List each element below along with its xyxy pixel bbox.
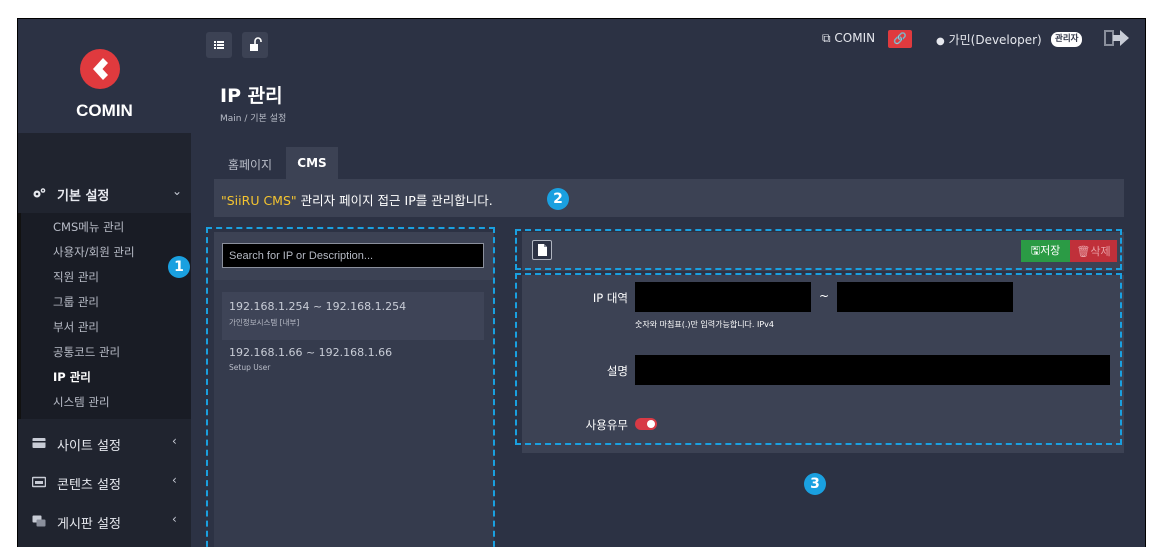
sidebar-item-ip[interactable]: IP 관리 [53, 369, 91, 385]
annotation-badge-3: 3 [804, 473, 826, 495]
site-link[interactable]: ⧉ COMIN [822, 31, 875, 46]
menu-toggle-button[interactable] [206, 32, 232, 58]
sidebar-item-departments[interactable]: 부서 관리 [53, 319, 99, 335]
notice-text: 관리자 페이지 접근 IP를 관리합니다. [296, 193, 493, 208]
list-icon [214, 41, 224, 49]
logo-area: COMIN [18, 19, 191, 133]
app-window: COMIN 기본 설정 ⌄ CMS메뉴 관리 사용자/회원 관리 직원 관리 그… [17, 18, 1146, 547]
sidebar-section-basic[interactable]: 기본 설정 ⌄ [18, 174, 191, 212]
user-menu[interactable]: ● 가민(Developer) [936, 31, 1042, 48]
chevron-left-icon: ‹ [172, 512, 177, 526]
page-title: IP 관리 [220, 85, 283, 107]
annotation-box-1 [206, 227, 495, 547]
user-icon: ● [936, 36, 945, 47]
lock-button[interactable] [242, 32, 268, 58]
sidebar-item-groups[interactable]: 그룹 관리 [53, 294, 99, 310]
logout-icon[interactable] [1104, 28, 1130, 48]
sidebar-item-users[interactable]: 사용자/회원 관리 [53, 244, 135, 260]
sidebar-section-label: 게시판 설정 [57, 517, 121, 532]
link-badge-button[interactable]: 🔗 [888, 30, 912, 48]
sidebar-section-site[interactable]: 사이트 설정 ‹ [18, 424, 191, 462]
role-badge: 관리자 [1051, 32, 1083, 47]
content-icon [32, 476, 46, 488]
site-link-label: COMIN [834, 31, 876, 45]
chevron-left-icon: ‹ [172, 434, 177, 448]
notice-bar: "SiiRU CMS" 관리자 페이지 접근 IP를 관리합니다. [214, 179, 1124, 217]
annotation-box-3 [515, 273, 1122, 445]
sidebar-section-board[interactable]: 게시판 설정 ‹ [18, 502, 191, 540]
annotation-box-2 [515, 229, 1122, 270]
sidebar-item-system[interactable]: 시스템 관리 [53, 394, 110, 410]
annotation-badge-2: 2 [547, 188, 569, 210]
annotation-badge-1: 1 [168, 256, 190, 278]
sidebar-spacer [18, 133, 191, 173]
chevron-left-icon: ‹ [172, 473, 177, 487]
board-icon [32, 515, 46, 527]
sidebar-item-common-codes[interactable]: 공통코드 관리 [53, 344, 120, 360]
sidebar-section-label: 사이트 설정 [57, 439, 121, 454]
sidebar-section-label: 콘텐츠 설정 [57, 478, 121, 493]
sidebar-section-label: 기본 설정 [57, 189, 110, 204]
unlock-icon [250, 37, 262, 51]
gears-icon [33, 188, 46, 198]
tab-cms[interactable]: CMS [286, 147, 338, 179]
breadcrumb: Main / 기본 설정 [220, 114, 287, 124]
sidebar-item-staff[interactable]: 직원 관리 [53, 269, 99, 285]
sidebar-submenu: CMS메뉴 관리 사용자/회원 관리 직원 관리 그룹 관리 부서 관리 공통코… [18, 213, 191, 419]
comin-logo-icon [80, 49, 120, 89]
sidebar-item-cms-menu[interactable]: CMS메뉴 관리 [53, 219, 124, 235]
user-name: 가민(Developer) [948, 33, 1042, 47]
sidebar-section-content[interactable]: 콘텐츠 설정 ‹ [18, 463, 191, 501]
site-icon [32, 438, 46, 448]
notice-highlight: "SiiRU CMS" [221, 193, 297, 208]
sidebar: COMIN 기본 설정 ⌄ CMS메뉴 관리 사용자/회원 관리 직원 관리 그… [18, 19, 191, 547]
link-icon: 🔗 [893, 32, 907, 45]
external-link-icon: ⧉ [822, 31, 831, 45]
tab-homepage[interactable]: 홈페이지 [214, 147, 286, 179]
chevron-down-icon: ⌄ [172, 184, 183, 198]
brand-name: COMIN [76, 101, 133, 120]
